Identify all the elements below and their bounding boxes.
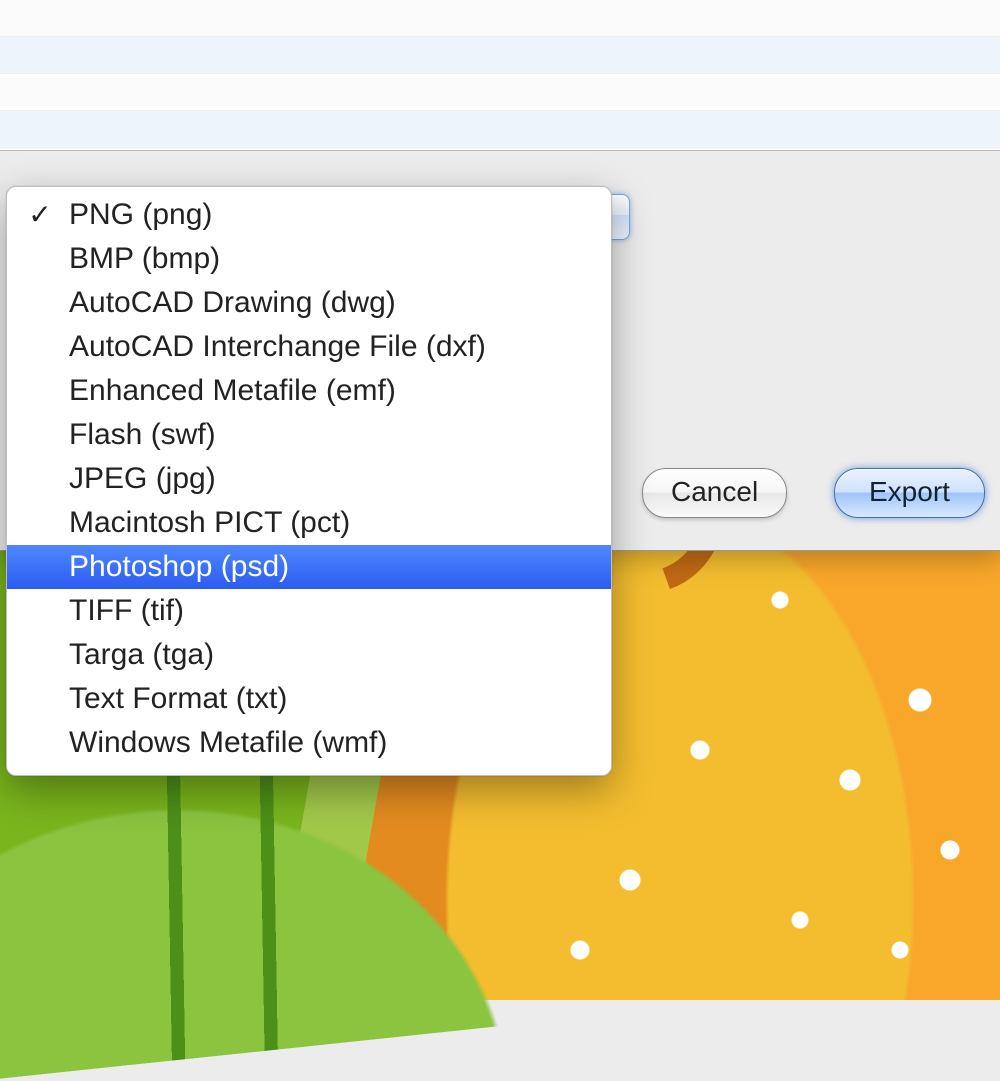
checkmark-icon: ✓	[25, 193, 55, 237]
format-option-label: Windows Metafile (wmf)	[69, 726, 387, 759]
format-option-label: Enhanced Metafile (emf)	[69, 374, 396, 407]
format-option-label: AutoCAD Interchange File (dxf)	[69, 330, 486, 363]
format-option-swf[interactable]: Flash (swf)	[7, 413, 611, 457]
format-option-dxf[interactable]: AutoCAD Interchange File (dxf)	[7, 325, 611, 369]
list-row	[0, 37, 1000, 74]
list-row	[0, 74, 1000, 111]
format-option-wmf[interactable]: Windows Metafile (wmf)	[7, 721, 611, 765]
format-option-tif[interactable]: TIFF (tif)	[7, 589, 611, 633]
format-option-label: Targa (tga)	[69, 638, 214, 671]
format-dropdown-menu[interactable]: ✓ PNG (png) BMP (bmp) AutoCAD Drawing (dw…	[6, 186, 612, 776]
format-option-label: AutoCAD Drawing (dwg)	[69, 286, 396, 319]
format-option-label: Flash (swf)	[69, 418, 216, 451]
list-row	[0, 111, 1000, 148]
export-button[interactable]: Export	[834, 468, 985, 518]
format-option-label: TIFF (tif)	[69, 594, 184, 627]
format-option-label: Text Format (txt)	[69, 682, 287, 715]
cancel-button[interactable]: Cancel	[642, 468, 787, 518]
format-option-psd[interactable]: Photoshop (psd)	[7, 545, 611, 589]
format-option-txt[interactable]: Text Format (txt)	[7, 677, 611, 721]
format-option-tga[interactable]: Targa (tga)	[7, 633, 611, 677]
format-option-png[interactable]: ✓ PNG (png)	[7, 193, 611, 237]
format-option-dwg[interactable]: AutoCAD Drawing (dwg)	[7, 281, 611, 325]
file-list-area	[0, 0, 1000, 151]
format-option-jpg[interactable]: JPEG (jpg)	[7, 457, 611, 501]
format-option-label: JPEG (jpg)	[69, 462, 216, 495]
format-option-emf[interactable]: Enhanced Metafile (emf)	[7, 369, 611, 413]
format-option-label: Macintosh PICT (pct)	[69, 506, 350, 539]
format-option-label: BMP (bmp)	[69, 242, 220, 275]
list-row	[0, 0, 1000, 37]
format-option-label: Photoshop (psd)	[69, 550, 289, 583]
format-option-pct[interactable]: Macintosh PICT (pct)	[7, 501, 611, 545]
format-option-label: PNG (png)	[69, 198, 212, 231]
format-option-bmp[interactable]: BMP (bmp)	[7, 237, 611, 281]
